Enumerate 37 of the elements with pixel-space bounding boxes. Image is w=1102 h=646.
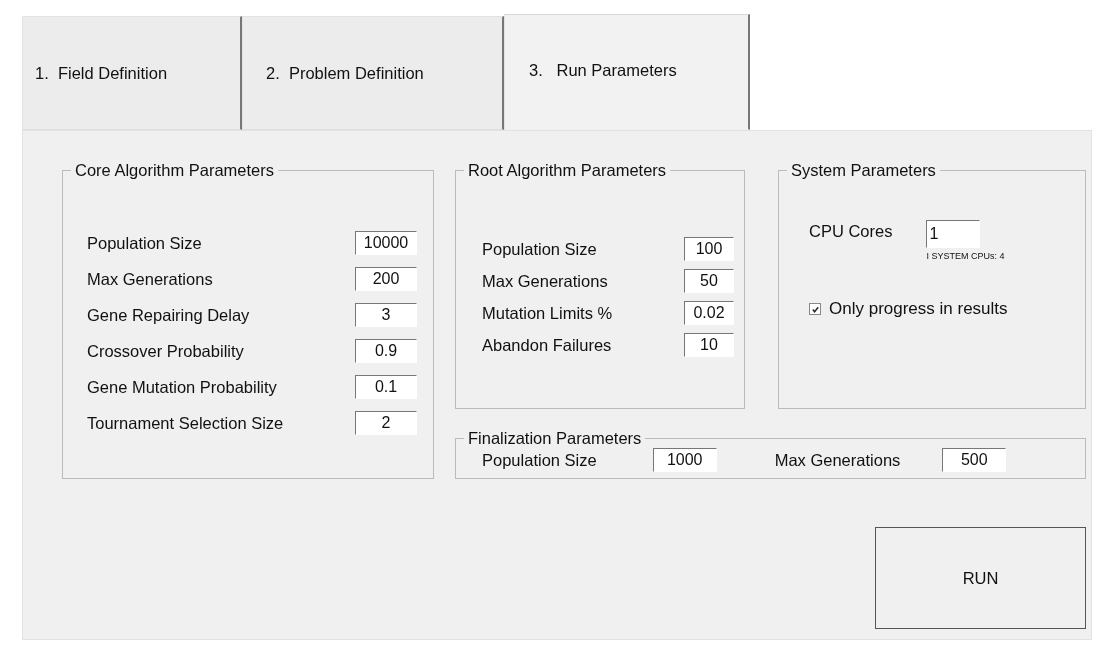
group-title: Root Algorithm Parameters <box>467 161 668 180</box>
field-label: Population Size <box>482 239 597 259</box>
field-label: Max Generations <box>482 271 608 291</box>
field-label: Max Generations <box>87 269 213 289</box>
field-label: Mutation Limits % <box>482 303 613 323</box>
field-label: Gene Repairing Delay <box>87 305 250 325</box>
checkbox-label: Only progress in results <box>829 299 1008 319</box>
input-field[interactable]: 50 <box>684 269 734 293</box>
tab[interactable]: 3. Run Parameters <box>504 14 750 130</box>
tab[interactable]: 2. Problem Definition <box>242 16 504 130</box>
input-field[interactable]: 1000 <box>652 448 717 472</box>
group-title: Finalization Parameters <box>467 429 643 448</box>
run-button[interactable]: RUN <box>875 527 1086 629</box>
input-field[interactable]: 10 <box>684 333 734 357</box>
field-label: Abandon Failures <box>482 335 612 355</box>
field-label: Crossover Probability <box>87 341 244 361</box>
field-label: Tournament Selection Size <box>87 413 284 433</box>
input-field[interactable]: 200 <box>355 267 417 291</box>
group-title: Core Algorithm Parameters <box>74 161 275 180</box>
input-field[interactable]: 100 <box>684 237 734 261</box>
input-field[interactable]: 0.02 <box>684 301 734 325</box>
field-label: CPU Cores <box>809 222 893 242</box>
input-field[interactable]: 500 <box>942 448 1007 472</box>
input-field[interactable]: 1 <box>926 220 981 248</box>
field-label: Max Generations <box>774 450 901 470</box>
input-field[interactable]: 3 <box>355 303 417 327</box>
field-label: Gene Mutation Probability <box>87 377 277 397</box>
field-label: Population Size <box>87 233 202 253</box>
input-field[interactable]: 10000 <box>355 231 417 255</box>
group-title: System Parameters <box>790 161 937 180</box>
field-label: Population Size <box>482 450 597 470</box>
input-field[interactable]: 0.9 <box>355 339 417 363</box>
checkbox[interactable] <box>809 303 821 315</box>
input-field[interactable]: 0.1 <box>355 375 417 399</box>
input-field[interactable]: 2 <box>355 411 417 435</box>
tab[interactable]: 1. Field Definition <box>22 16 242 130</box>
hint-text: I SYSTEM CPUs: 4 <box>926 251 1005 261</box>
